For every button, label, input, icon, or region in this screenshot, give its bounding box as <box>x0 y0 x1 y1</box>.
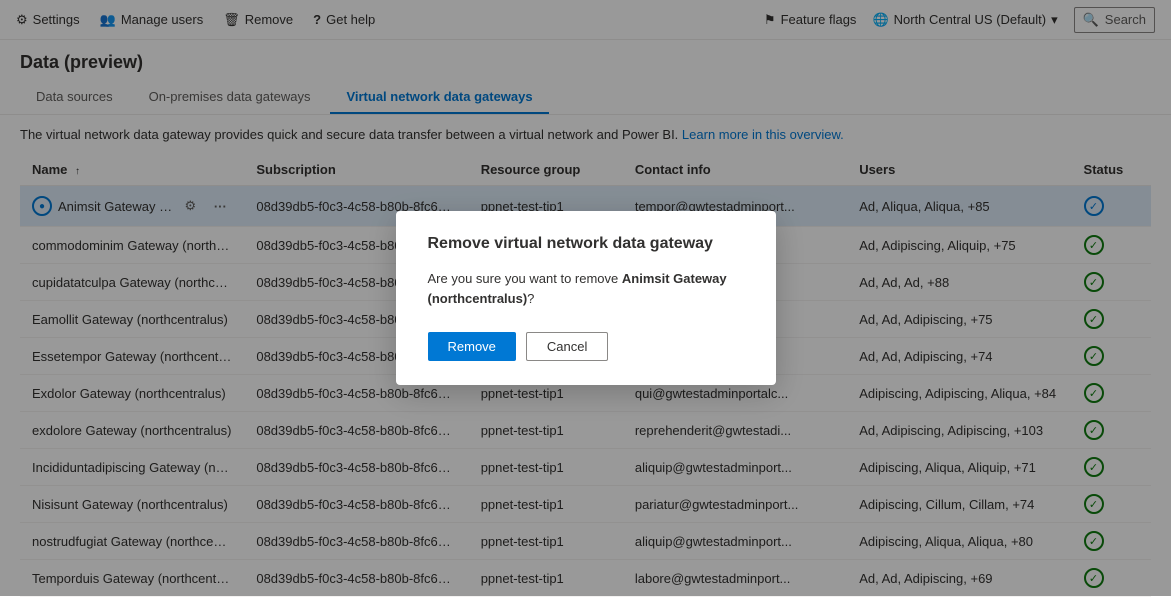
modal-body-prefix: Are you sure you want to remove <box>428 271 622 286</box>
modal-title: Remove virtual network data gateway <box>428 235 744 253</box>
modal-overlay: Remove virtual network data gateway Are … <box>0 0 1171 596</box>
modal-body: Are you sure you want to remove Animsit … <box>428 269 744 308</box>
remove-button[interactable]: Remove <box>428 332 516 361</box>
remove-modal: Remove virtual network data gateway Are … <box>396 211 776 385</box>
cancel-button[interactable]: Cancel <box>526 332 608 361</box>
modal-body-suffix: ? <box>527 291 534 306</box>
modal-actions: Remove Cancel <box>428 332 744 361</box>
